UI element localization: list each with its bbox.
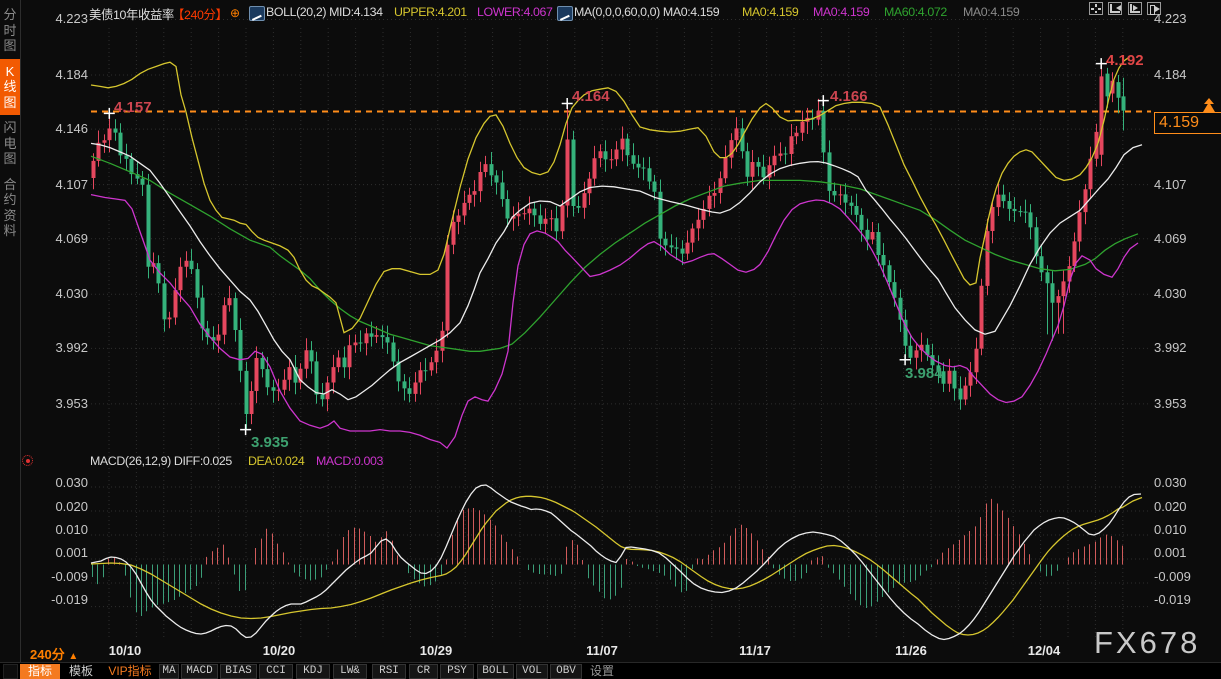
svg-text:3.984: 3.984 (905, 365, 943, 382)
svg-text:4.157: 4.157 (114, 99, 152, 116)
svg-text:4.192: 4.192 (1106, 52, 1144, 69)
svg-text:4.166: 4.166 (830, 88, 868, 105)
svg-text:4.164: 4.164 (572, 88, 610, 105)
svg-text:3.935: 3.935 (251, 434, 289, 451)
